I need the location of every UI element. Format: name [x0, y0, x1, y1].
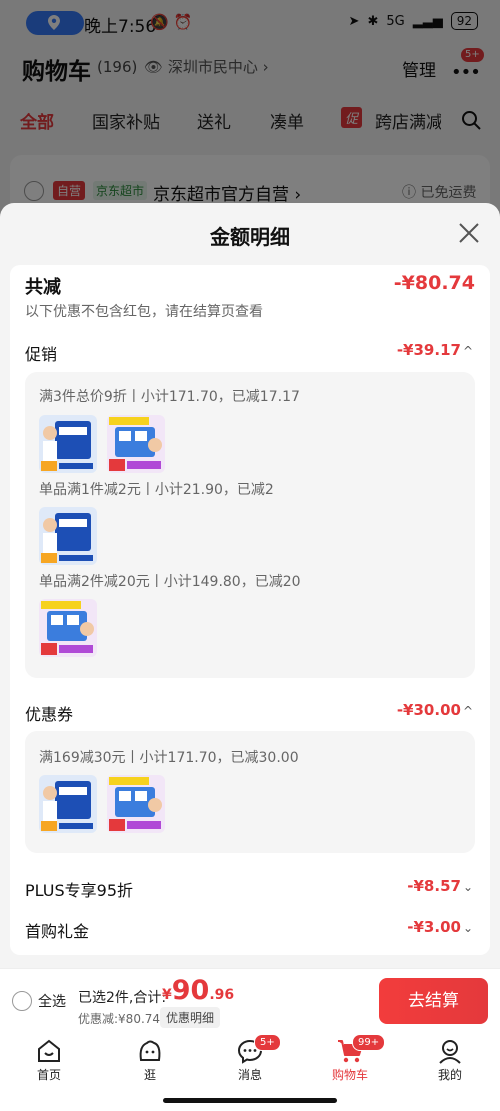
tabbar-label: 我的 [437, 1068, 462, 1082]
tabbar-cart[interactable]: 购物车 99+ [320, 1034, 386, 1083]
amount-detail-sheet: 金额明细 共减 -¥80.74 以下优惠不包含红包，请在结算页查看 促销 -¥3… [0, 203, 500, 968]
select-all-label[interactable]: 全选 [38, 991, 66, 1011]
checkout-bar: 全选 已选2件,合计: ¥90.96 优惠减:¥80.74 优惠明细 去结算 [0, 968, 500, 1030]
total-discount-value: -¥80.74 [393, 272, 475, 294]
sheet-title: 金额明细 [210, 225, 290, 249]
chevron-down-icon: ⌄ [462, 921, 473, 935]
home-icon [38, 1039, 60, 1062]
tabbar-label: 首页 [36, 1068, 61, 1082]
checkout-button[interactable]: 去结算 [379, 978, 488, 1024]
tabbar-mine[interactable]: 我的 [420, 1038, 480, 1083]
first-gift-label: 首购礼金 [25, 922, 90, 941]
cart-badge: 99+ [352, 1034, 386, 1051]
saved-amount: 优惠减:¥80.74 [78, 1012, 161, 1026]
user-icon [439, 1040, 461, 1064]
promotion-rule: 满3件总价9折丨小计171.70，已减17.17 [39, 389, 300, 405]
chevron-up-icon: ^ [462, 344, 473, 358]
promotion-details: 满3件总价9折丨小计171.70，已减17.17 单品满1件减2元丨小计21.9… [25, 372, 475, 678]
promotion-label: 促销 [25, 345, 58, 364]
product-thumb-purple[interactable] [107, 775, 165, 833]
chevron-down-icon: ⌄ [462, 880, 473, 894]
close-icon[interactable] [459, 223, 479, 243]
coupon-rule: 满169减30元丨小计171.70，已减30.00 [39, 750, 299, 766]
selected-info: 已选2件,合计: [78, 990, 167, 1006]
product-thumb-blue[interactable] [39, 507, 97, 565]
first-gift-value[interactable]: -¥3.00 ⌄ [407, 918, 473, 936]
promotion-rule: 单品满1件减2元丨小计21.90，已减2 [39, 482, 274, 498]
coupon-value[interactable]: -¥30.00 ^ [397, 701, 473, 719]
discount-note: 以下优惠不包含红包，请在结算页查看 [25, 304, 263, 320]
coupon-details: 满169减30元丨小计171.70，已减30.00 [25, 731, 475, 853]
tabbar-label: 消息 [237, 1068, 262, 1082]
product-thumb-purple[interactable] [39, 599, 97, 657]
promotion-rule: 单品满2件减20元丨小计149.80，已减20 [39, 574, 301, 590]
tabbar-home[interactable]: 首页 [19, 1038, 79, 1083]
tabbar-label: 购物车 [331, 1068, 368, 1082]
face-icon [139, 1040, 161, 1061]
chevron-up-icon: ^ [462, 704, 473, 718]
product-thumb-blue[interactable] [39, 775, 97, 833]
tabbar-messages[interactable]: 消息 5+ [220, 1034, 281, 1083]
product-thumb-purple[interactable] [107, 415, 165, 473]
select-all-radio[interactable] [12, 991, 32, 1011]
total-discount-label: 共减 [25, 277, 61, 298]
product-thumb-blue[interactable] [39, 415, 97, 473]
tabbar-browse[interactable]: 逛 [120, 1038, 180, 1083]
plus-discount-label: PLUS专享95折 [25, 881, 133, 900]
promotion-value[interactable]: -¥39.17 ^ [397, 341, 473, 359]
plus-discount-value[interactable]: -¥8.57 ⌄ [407, 877, 473, 895]
discount-card: 共减 -¥80.74 以下优惠不包含红包，请在结算页查看 促销 -¥39.17 ^… [10, 265, 490, 955]
total-price: ¥90.96 [162, 975, 235, 1006]
discount-detail-link[interactable]: 优惠明细 [160, 1007, 221, 1028]
message-badge: 5+ [254, 1034, 281, 1051]
home-indicator[interactable] [163, 1098, 337, 1103]
coupon-label: 优惠券 [25, 705, 74, 724]
tabbar-label: 逛 [143, 1068, 156, 1082]
dim-overlay[interactable] [0, 0, 500, 215]
